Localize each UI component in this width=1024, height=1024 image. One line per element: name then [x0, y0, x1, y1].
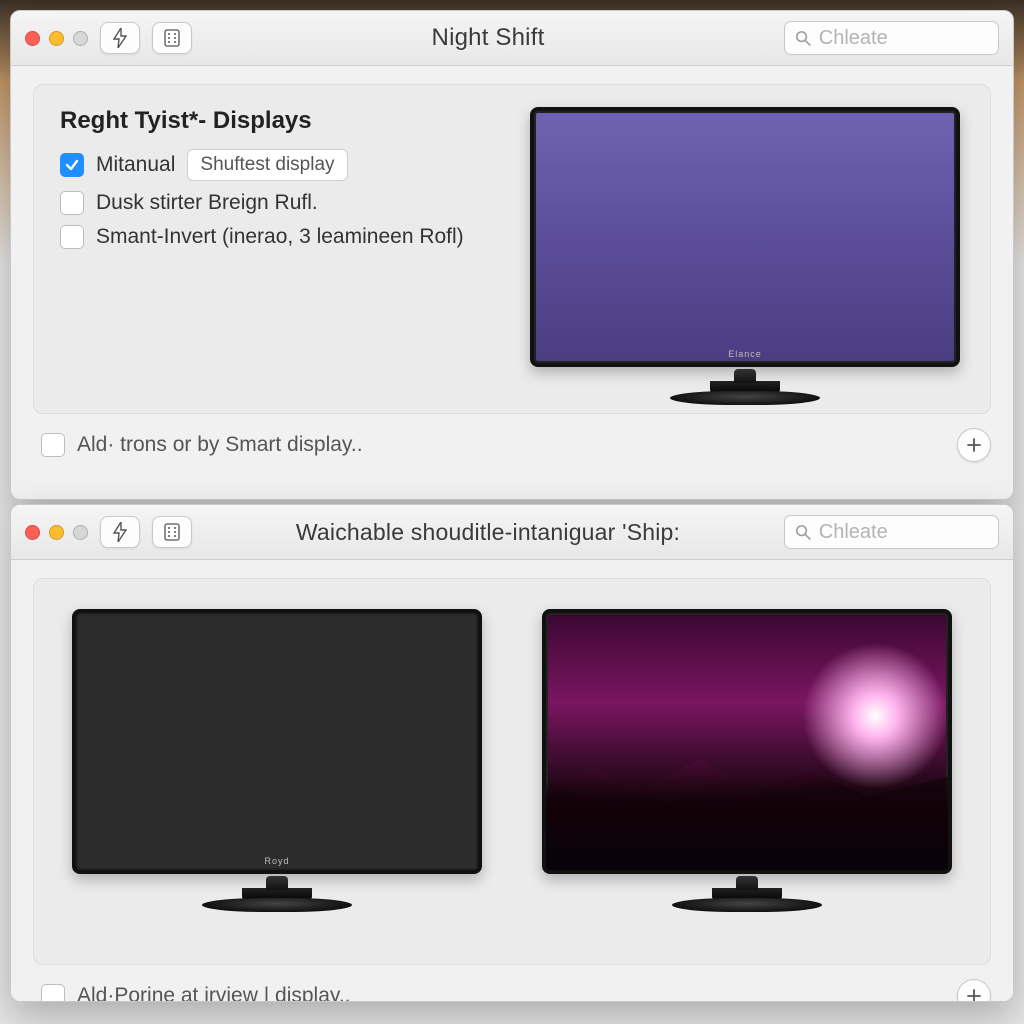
monitor-brand: Elance: [728, 349, 762, 359]
grid-icon: [164, 29, 180, 47]
content-area: Reght Tyist*- Displays Mitanual Shuftest…: [11, 66, 1013, 414]
footer-label: Ald·Porine at irview | display..: [77, 984, 351, 1002]
window-displays: Waichable shouditle-intaniguar 'Ship: Ro…: [10, 504, 1014, 1002]
traffic-lights: [25, 525, 88, 540]
back-button[interactable]: [100, 22, 140, 54]
monitor-base: [202, 898, 352, 912]
maximize-button[interactable]: [73, 31, 88, 46]
option-label: Smant-Invert (inerao, 3 leamineen Rofl): [96, 225, 464, 249]
footer-checkbox[interactable]: [41, 984, 65, 1002]
window-title: Night Shift: [204, 24, 772, 52]
display-arrangement: Royd Diand: [54, 599, 970, 914]
option-label: Mitanual: [96, 153, 175, 177]
search-input[interactable]: [819, 27, 988, 50]
grid-button[interactable]: [152, 22, 192, 54]
grid-button[interactable]: [152, 516, 192, 548]
option-label: Dusk stirter Breign Rufl.: [96, 191, 318, 215]
display-preview: Elance: [530, 107, 960, 367]
monitor-base: [672, 898, 822, 912]
footer-bar: Ald·Porine at irview | display..: [11, 965, 1013, 1002]
content-area: Royd Diand: [11, 560, 1013, 965]
window-title: Waichable shouditle-intaniguar 'Ship:: [204, 519, 772, 546]
titlebar: Night Shift: [11, 11, 1013, 66]
option-chip[interactable]: Shuftest display: [187, 149, 347, 181]
close-button[interactable]: [25, 525, 40, 540]
titlebar: Waichable shouditle-intaniguar 'Ship:: [11, 505, 1013, 560]
grid-icon: [164, 523, 180, 541]
search-field[interactable]: [784, 21, 999, 55]
settings-panel: Reght Tyist*- Displays Mitanual Shuftest…: [33, 84, 991, 414]
maximize-button[interactable]: [73, 525, 88, 540]
search-icon: [795, 29, 811, 47]
close-button[interactable]: [25, 31, 40, 46]
add-button[interactable]: [957, 428, 991, 462]
footer-bar: Ald· trons or by Smart display..: [11, 414, 1013, 476]
check-icon: [64, 157, 80, 173]
minimize-button[interactable]: [49, 31, 64, 46]
checkbox-manual[interactable]: [60, 153, 84, 177]
window-night-shift: Night Shift Reght Tyist*- Displays Mitan…: [10, 10, 1014, 500]
display-screen: Diand: [542, 609, 952, 874]
monitor-brand: Royd: [264, 856, 289, 866]
display-left[interactable]: Royd: [72, 609, 482, 874]
search-input[interactable]: [819, 521, 988, 544]
add-button[interactable]: [957, 979, 991, 1002]
minimize-button[interactable]: [49, 525, 64, 540]
display-screen: Elance: [530, 107, 960, 367]
plus-icon: [966, 437, 982, 453]
monitor-base: [670, 391, 820, 405]
display-screen: Royd: [72, 609, 482, 874]
footer-label: Ald· trons or by Smart display..: [77, 433, 363, 457]
search-field[interactable]: [784, 515, 999, 549]
displays-panel: Royd Diand: [33, 578, 991, 965]
back-button[interactable]: [100, 516, 140, 548]
checkbox-dusk[interactable]: [60, 191, 84, 215]
lightning-icon: [113, 522, 127, 542]
plus-icon: [966, 988, 982, 1002]
footer-checkbox[interactable]: [41, 433, 65, 457]
lightning-icon: [113, 28, 127, 48]
search-icon: [795, 523, 811, 541]
monitor-brand: Diand: [733, 856, 762, 866]
display-right[interactable]: Diand: [542, 609, 952, 874]
traffic-lights: [25, 31, 88, 46]
checkbox-smart-invert[interactable]: [60, 225, 84, 249]
